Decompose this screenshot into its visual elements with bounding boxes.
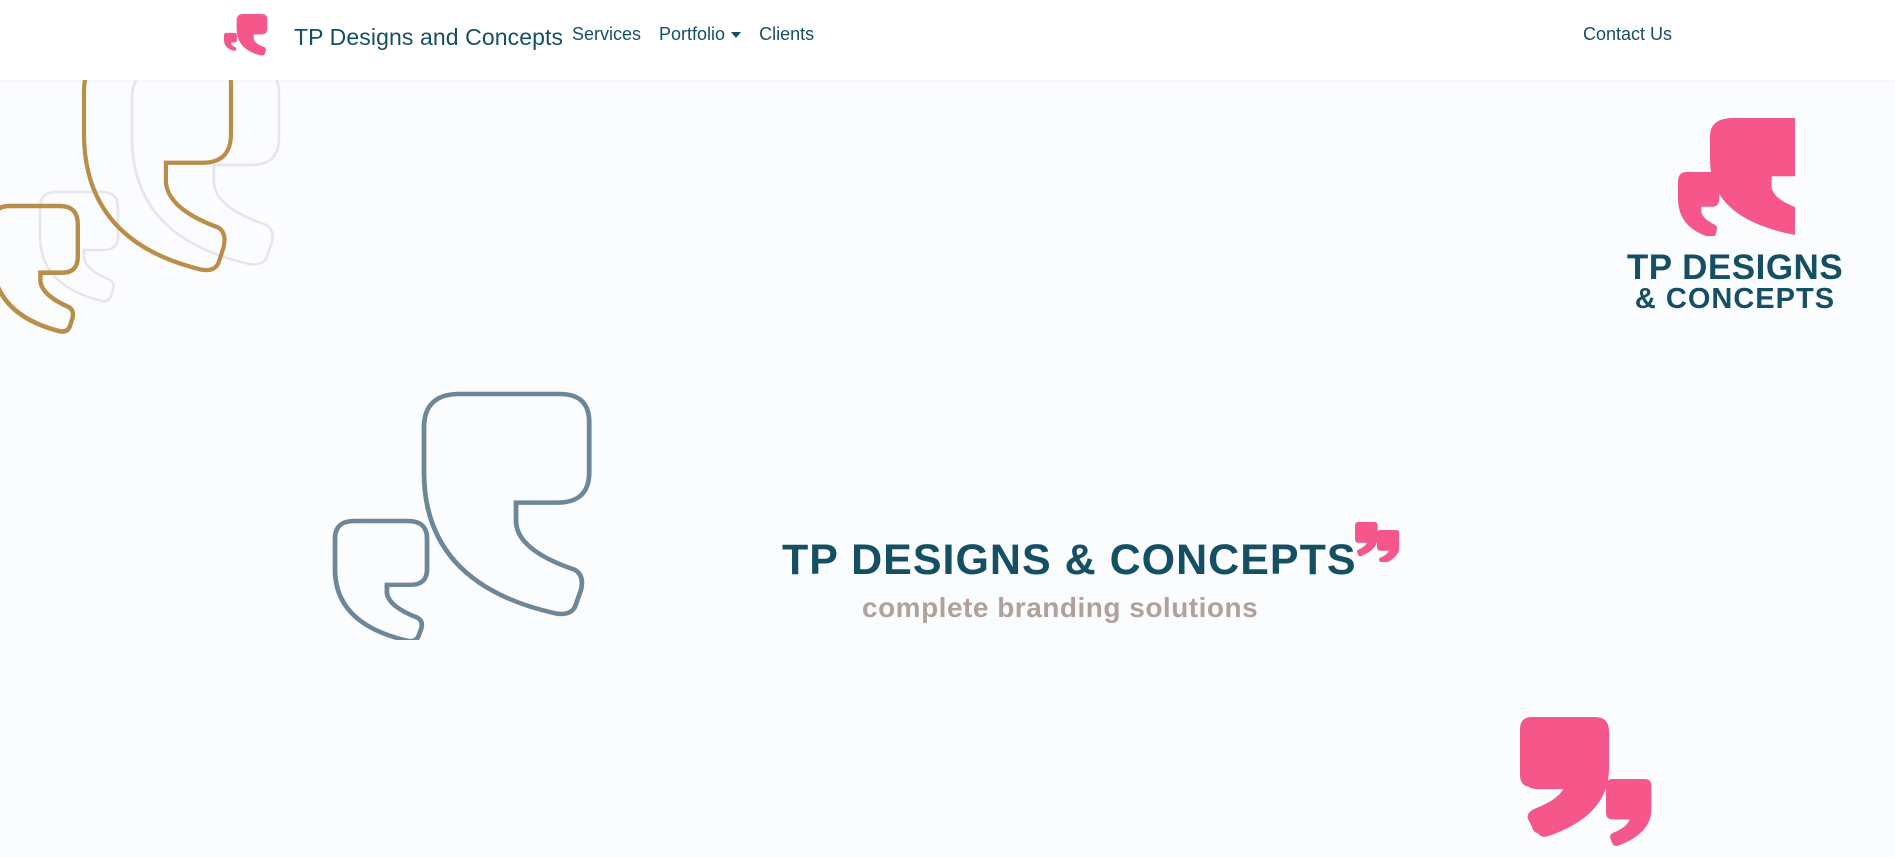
pink-comma-quote-icon bbox=[1520, 717, 1652, 847]
gold-quote-outline-icon bbox=[0, 80, 281, 360]
nav-clients-link[interactable]: Clients bbox=[759, 24, 814, 45]
corner-quote-logo-icon bbox=[1678, 118, 1795, 236]
comma-quote-icon bbox=[1355, 522, 1399, 562]
slate-quote-outline-icon bbox=[330, 390, 600, 640]
nav-services-link[interactable]: Services bbox=[572, 24, 641, 45]
top-navbar: TP Designs and Concepts Services Portfol… bbox=[0, 0, 1895, 80]
corner-logo-line2: & CONCEPTS bbox=[1634, 283, 1836, 315]
nav-portfolio-label: Portfolio bbox=[659, 24, 726, 44]
brand-home-link[interactable]: TP Designs and Concepts bbox=[224, 12, 563, 62]
hero-title: TP DESIGNS & CONCEPTS bbox=[782, 536, 1357, 584]
contact-us-link[interactable]: Contact Us bbox=[1583, 24, 1672, 45]
brand-name: TP Designs and Concepts bbox=[294, 23, 564, 50]
quote-marks-icon bbox=[224, 14, 268, 56]
chevron-down-icon bbox=[731, 31, 742, 38]
main-nav: Services Portfolio Clients bbox=[572, 24, 814, 45]
hero-tagline: complete branding solutions bbox=[862, 592, 1259, 623]
hero-section: TP DESIGNS & CONCEPTS TP DESIGNS & CONCE… bbox=[0, 80, 1895, 857]
nav-portfolio-dropdown[interactable]: Portfolio bbox=[659, 24, 742, 45]
corner-logo-line1: TP DESIGNS bbox=[1626, 248, 1844, 287]
